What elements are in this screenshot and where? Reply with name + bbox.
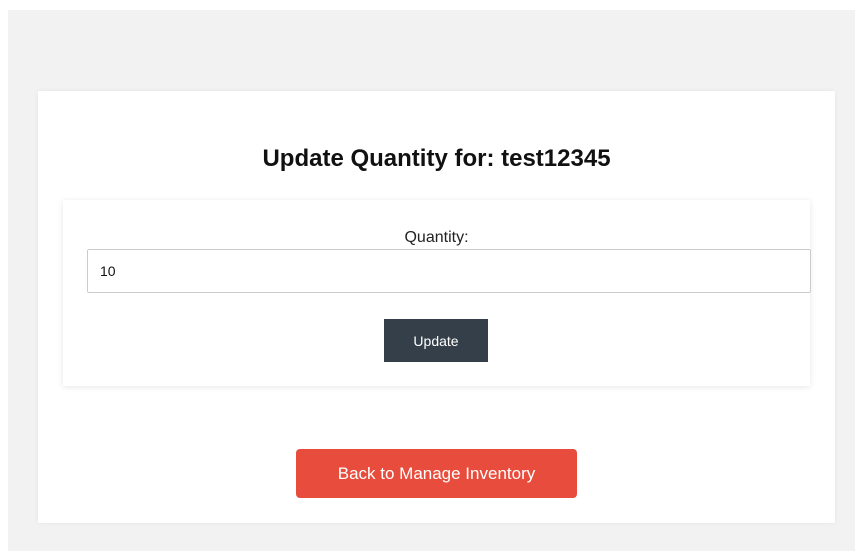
quantity-input[interactable]: [87, 249, 811, 293]
page-background: Update Quantity for: test12345 Quantity:…: [8, 10, 855, 551]
page-title: Update Quantity for: test12345: [262, 145, 611, 172]
update-quantity-form: Quantity: Update: [63, 200, 811, 386]
update-quantity-card: Update Quantity for: test12345 Quantity:…: [38, 91, 835, 523]
update-button[interactable]: Update: [384, 319, 488, 362]
quantity-label: Quantity:: [404, 229, 469, 246]
back-to-manage-inventory-button[interactable]: Back to Manage Inventory: [296, 449, 577, 498]
